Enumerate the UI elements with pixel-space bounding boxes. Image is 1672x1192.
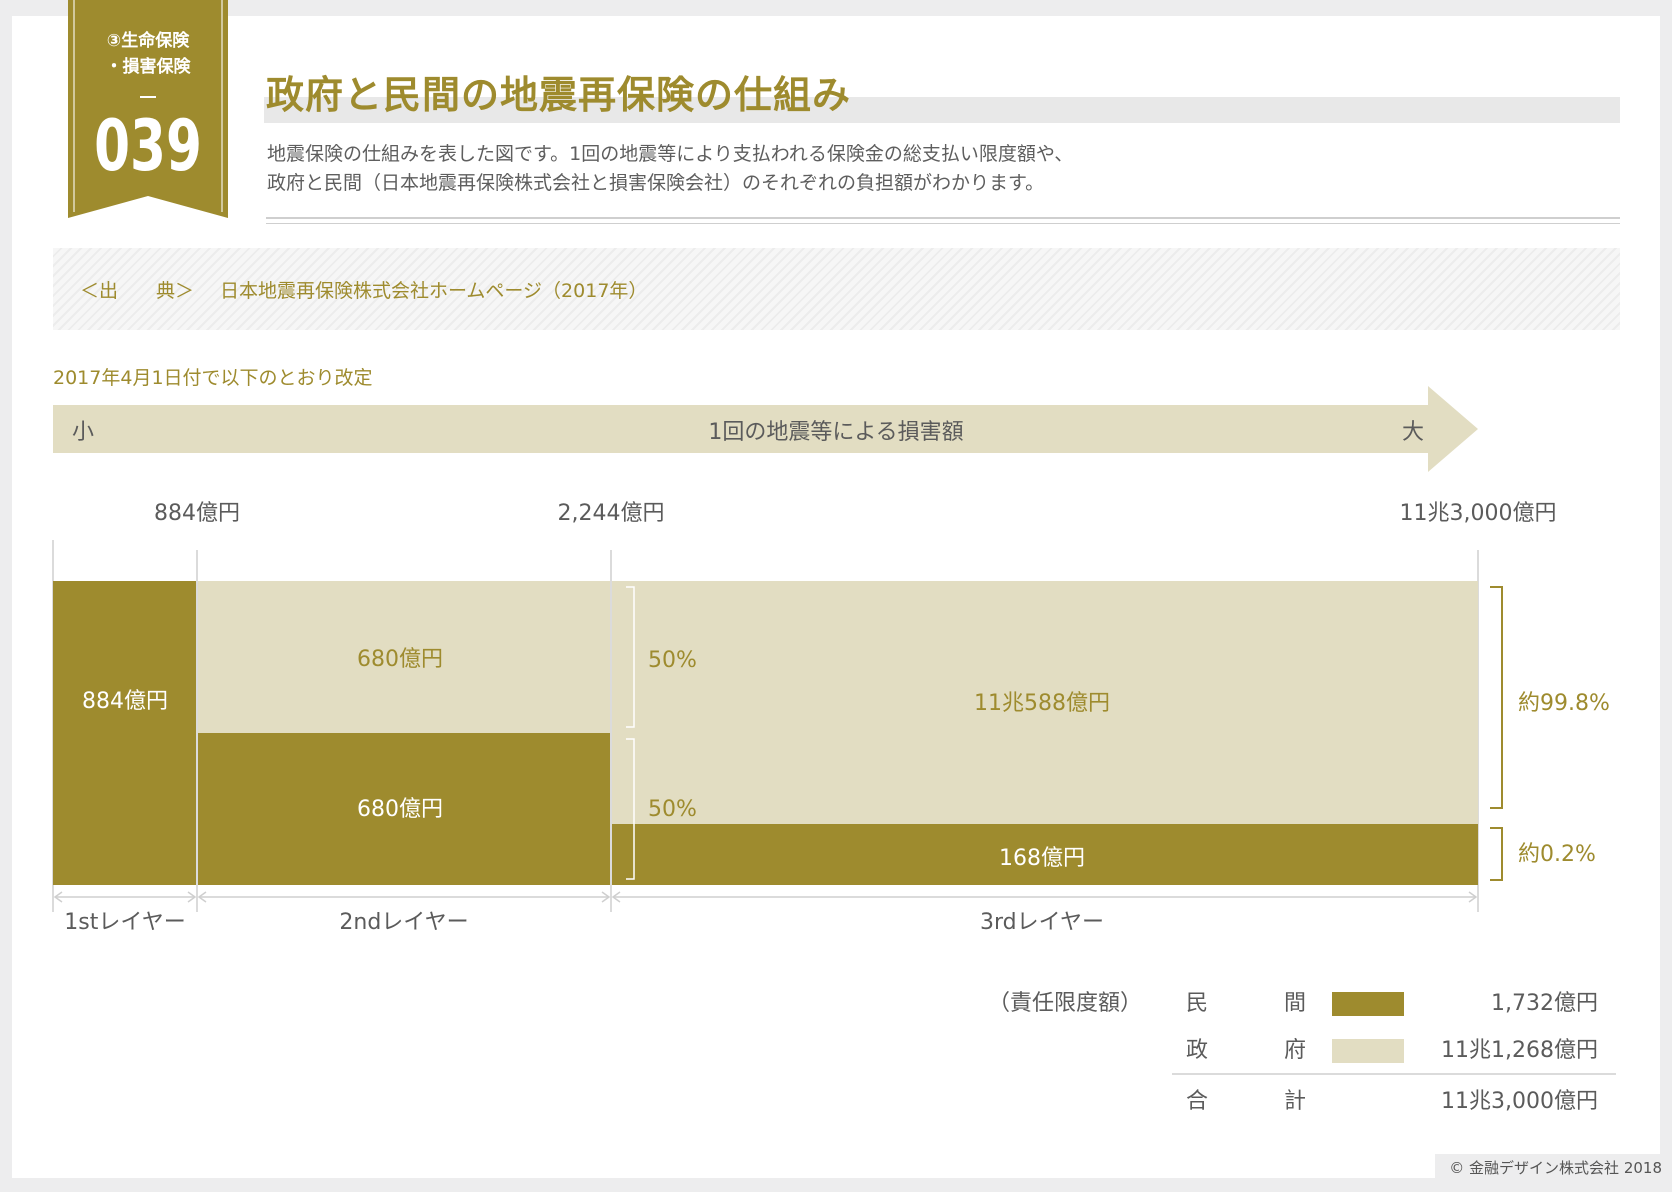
reinsurance-chart: 小 1回の地震等による損害額 大 884億円 2,244億円 11兆3,000億… (52, 386, 1616, 1114)
layer3-government-label: 11兆588億円 (974, 691, 1110, 716)
arrow-label-large: 大 (1402, 420, 1424, 445)
legend-government-value: 11兆1,268億円 (1441, 1038, 1598, 1063)
threshold-label-1: 884億円 (154, 501, 240, 526)
government-share-bracket (1490, 586, 1503, 809)
arrow-label-small: 小 (72, 420, 94, 445)
threshold-label-2: 2,244億円 (558, 501, 665, 526)
layer1-private-bar (53, 581, 196, 885)
layer2-dimension (197, 891, 611, 903)
layer3-dimension (611, 891, 1478, 903)
copyright-footer: © 金融デザイン株式会社 2018 (1435, 1154, 1672, 1182)
legend-private-value: 1,732億円 (1491, 991, 1598, 1016)
legend-private-name-a: 民 (1186, 991, 1208, 1016)
legend-total-value: 11兆3,000億円 (1441, 1089, 1598, 1114)
layer2-name: 2ndレイヤー (339, 910, 468, 935)
layer2-government-label: 680億円 (357, 647, 443, 672)
layer3-name: 3rdレイヤー (980, 910, 1104, 935)
legend-private-swatch (1332, 992, 1404, 1016)
share-label-upper: 50% (648, 648, 697, 673)
layer1-name: 1stレイヤー (64, 910, 185, 935)
layer1-private-label: 884億円 (82, 689, 168, 714)
private-share-bracket (1490, 827, 1503, 881)
layer1-dimension (53, 891, 197, 903)
private-share-label: 約0.2% (1518, 842, 1596, 867)
legend-total-name-b: 計 (1284, 1089, 1306, 1114)
legend-government-name-a: 政 (1186, 1038, 1208, 1063)
layer3-private-label: 168億円 (999, 846, 1085, 871)
legend-government-swatch (1332, 1039, 1404, 1063)
arrow-label-center: 1回の地震等による損害額 (708, 420, 963, 445)
legend-private-name-b: 間 (1284, 991, 1306, 1016)
legend-government-name-b: 府 (1284, 1038, 1306, 1063)
legend-total-name-a: 合 (1186, 1089, 1208, 1114)
legend-heading: （責任限度額） (988, 991, 1142, 1016)
layer2-private-label: 680億円 (357, 797, 443, 822)
share-label-lower: 50% (648, 797, 697, 822)
government-share-label: 約99.8% (1518, 691, 1610, 716)
threshold-label-3: 11兆3,000億円 (1400, 501, 1557, 526)
